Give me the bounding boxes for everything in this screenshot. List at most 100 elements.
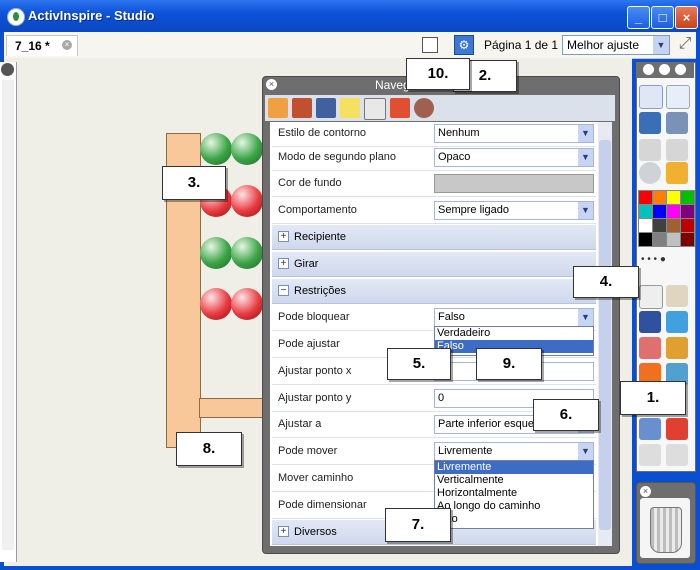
color-light-gray[interactable] [666,232,681,247]
bead-green[interactable] [231,133,263,165]
chevron-down-icon[interactable]: ▼ [653,36,669,54]
close-tab-icon[interactable]: × [62,40,72,50]
redo-icon[interactable] [666,444,688,466]
dropdown-option[interactable]: Fixo [435,513,593,526]
save-icon[interactable] [666,139,688,161]
color-yellow[interactable] [666,190,681,205]
chevron-down-icon[interactable]: ▼ [578,443,593,460]
navigator-scroll-thumb[interactable] [599,140,611,530]
action-browser-tab-icon[interactable] [390,98,410,118]
voting-browser-tab-icon[interactable] [414,98,434,118]
clear-icon[interactable] [639,418,661,440]
chevron-down-icon[interactable]: ▼ [578,125,593,142]
property-select[interactable]: Sempre ligado ▼ [434,201,594,220]
dropdown-option-selected[interactable]: Livremente [435,461,593,474]
bead-red[interactable] [231,288,263,320]
main-menu-icon[interactable] [639,85,663,109]
color-orange[interactable] [652,190,667,205]
section-header[interactable]: + Recipiente [272,225,596,250]
fullscreen-icon[interactable]: ⤢ [676,36,694,52]
dropdown-option[interactable]: Verticalmente [435,474,593,487]
play-icon[interactable] [639,162,661,184]
property-label: Cor de fundo [278,177,342,189]
callout-1: 1. [620,381,686,415]
section-title: Recipiente [294,231,346,243]
pen-width-dots[interactable]: • • • ● [641,254,666,265]
expand-icon[interactable]: + [278,526,289,537]
zoom-select[interactable]: Melhor ajuste ▼ [562,35,670,55]
section-header[interactable]: − Restrições [272,279,596,304]
property-label: Estilo de contorno [278,127,367,139]
close-trash-icon[interactable]: × [640,486,651,497]
chevron-down-icon[interactable]: ▼ [578,149,593,166]
collapse-icon[interactable]: − [278,285,289,296]
print-icon[interactable] [639,139,661,161]
expand-icon[interactable]: + [278,231,289,242]
property-select[interactable]: Falso ▼ [434,308,594,327]
toggle-mode-icon[interactable] [666,112,688,134]
fill-icon[interactable] [666,337,688,359]
bead-green[interactable] [200,237,232,269]
color-black[interactable] [638,232,653,247]
bead-red[interactable] [231,185,263,217]
dropdown-option[interactable]: Horizontalmente [435,487,593,500]
close-button[interactable]: × [675,6,698,29]
tools-icon[interactable] [666,285,688,307]
expand-icon[interactable]: + [278,258,289,269]
navigator-icon[interactable]: ⚙ [454,35,474,55]
gear-icon[interactable] [1,63,14,76]
color-red[interactable] [638,190,653,205]
minimize-button[interactable]: _ [627,6,650,29]
resources-icon[interactable] [666,162,688,184]
color-dark-gray[interactable] [652,218,667,233]
reset-page-icon[interactable] [666,418,688,440]
object-browser-tab-icon[interactable] [316,98,336,118]
notes-tab-icon[interactable] [340,98,360,118]
property-browser-tab-icon[interactable] [364,98,386,120]
close-navigator-icon[interactable]: × [266,79,277,90]
color-blue[interactable] [652,204,667,219]
toolbox-collapse-icon[interactable] [659,64,670,75]
callout-10: 10. [406,58,470,90]
highlighter-icon[interactable] [666,311,688,333]
user-profile-icon[interactable] [666,85,690,109]
eraser-icon[interactable] [639,337,661,359]
pode-mover-dropdown[interactable]: Livremente Verticalmente Horizontalmente… [434,460,594,529]
color-brown[interactable] [666,218,681,233]
bead-red[interactable] [200,288,232,320]
select-arrow-icon[interactable] [639,285,663,309]
property-select[interactable]: Nenhum ▼ [434,124,594,143]
property-select[interactable]: Opaco ▼ [434,148,594,167]
section-header[interactable]: + Girar [272,252,596,277]
toolbox-settings-icon[interactable] [675,64,686,75]
page-browser-tab-icon[interactable] [268,98,288,118]
pen-icon[interactable] [639,311,661,333]
dropdown-option[interactable]: Ao longo do caminho [435,500,593,513]
left-panel-scrollbar[interactable] [2,80,14,550]
document-tab[interactable]: 7_16 * × [6,35,78,56]
activinspire-icon [7,8,25,26]
color-green[interactable] [680,190,695,205]
property-value: 0 [438,392,445,404]
property-select[interactable]: Livremente ▼ [434,442,594,461]
page-organizer-icon[interactable] [422,37,438,53]
trash-can-icon[interactable] [650,507,682,553]
dropdown-option[interactable]: Verdadeiro [435,327,593,340]
browser-icon[interactable] [639,112,661,134]
color-maroon[interactable] [680,232,695,247]
bead-green[interactable] [231,237,263,269]
undo-icon[interactable] [639,444,661,466]
color-cyan[interactable] [638,204,653,219]
color-dark-red[interactable] [680,218,695,233]
toolbox-menu-icon[interactable] [643,64,654,75]
chevron-down-icon[interactable]: ▼ [578,202,593,219]
color-purple[interactable] [680,204,695,219]
color-white[interactable] [638,218,653,233]
maximize-button[interactable]: □ [651,6,674,29]
color-magenta[interactable] [666,204,681,219]
chevron-down-icon[interactable]: ▼ [578,309,593,326]
bead-green[interactable] [200,133,232,165]
background-color-swatch[interactable] [434,174,594,193]
resource-browser-tab-icon[interactable] [292,98,312,118]
color-gray[interactable] [652,232,667,247]
